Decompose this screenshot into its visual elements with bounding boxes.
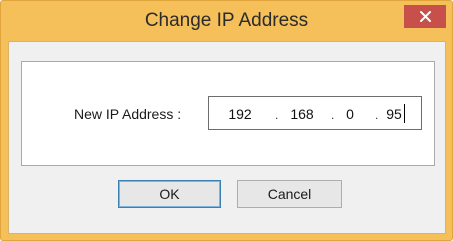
ip-separator: . bbox=[375, 108, 379, 122]
ip-address-label: New IP Address : bbox=[74, 106, 182, 122]
text-caret bbox=[404, 104, 405, 123]
ip-octet-2[interactable]: 168 bbox=[285, 106, 319, 122]
ip-separator: . bbox=[275, 108, 279, 122]
ip-separator: . bbox=[331, 108, 335, 122]
dialog-client-area: New IP Address : 192 . 168 . 0 . 95 OK C… bbox=[8, 41, 446, 234]
ip-address-group: New IP Address : 192 . 168 . 0 . 95 bbox=[21, 61, 435, 166]
ok-button[interactable]: OK bbox=[118, 180, 221, 208]
title-bar[interactable]: Change IP Address bbox=[1, 1, 452, 41]
change-ip-dialog: Change IP Address New IP Address : 192 .… bbox=[0, 0, 453, 241]
close-icon bbox=[419, 11, 431, 22]
ip-octet-1[interactable]: 192 bbox=[223, 106, 257, 122]
ip-octet-3[interactable]: 0 bbox=[339, 106, 361, 122]
ip-octet-4[interactable]: 95 bbox=[384, 106, 404, 122]
ip-address-input[interactable]: 192 . 168 . 0 . 95 bbox=[208, 96, 422, 130]
dialog-title: Change IP Address bbox=[144, 10, 309, 31]
cancel-button[interactable]: Cancel bbox=[237, 180, 342, 208]
close-button[interactable] bbox=[404, 5, 446, 28]
